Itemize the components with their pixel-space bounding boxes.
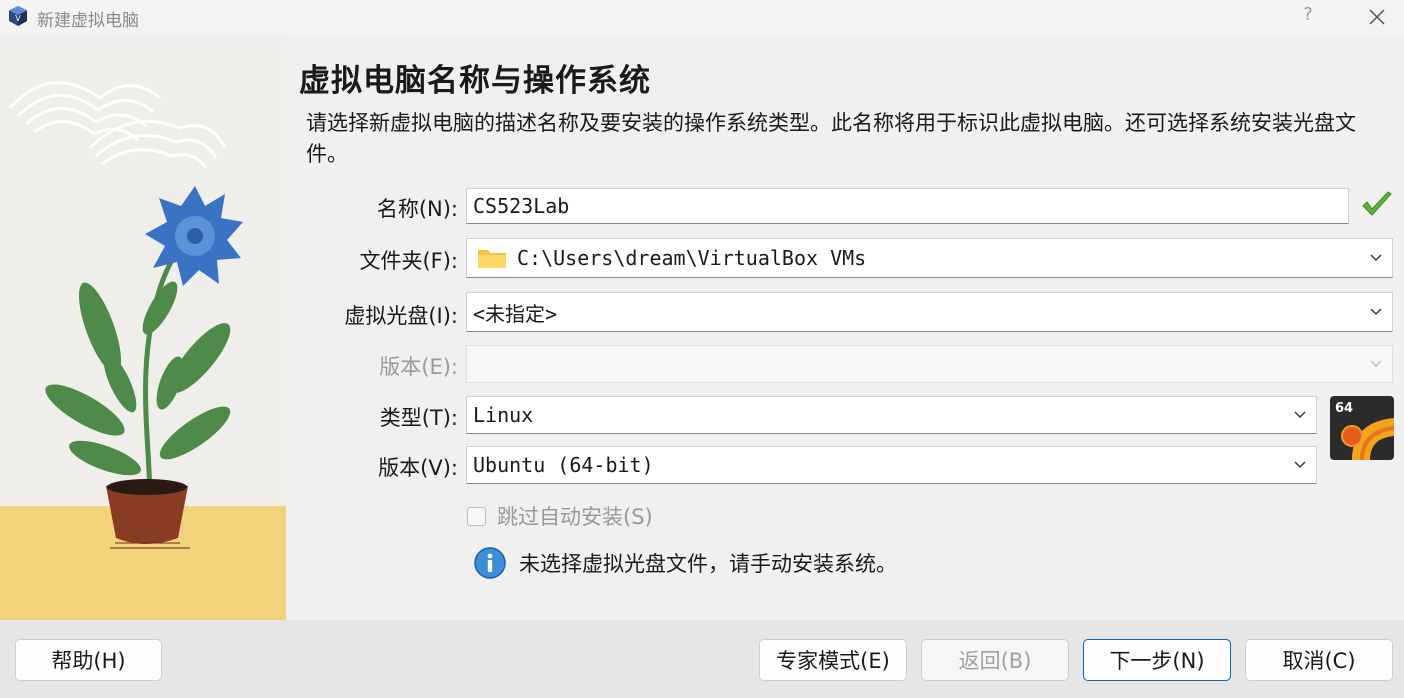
os-bitness-badge: 64 bbox=[1335, 401, 1353, 416]
skip-unattended-checkbox: 跳过自动安装(S) bbox=[467, 501, 653, 531]
name-label: 名称(N): bbox=[376, 197, 458, 221]
title-bar: V 新建虚拟电脑 ? bbox=[0, 0, 1404, 34]
type-label: 类型(T): bbox=[379, 406, 458, 430]
iso-select[interactable]: <未指定> bbox=[466, 292, 1393, 332]
edition-label: 版本(E): bbox=[379, 355, 458, 379]
folder-label: 文件夹(F): bbox=[359, 249, 458, 273]
svg-text:V: V bbox=[15, 14, 21, 23]
folder-value: C:\Users\dream\VirtualBox VMs bbox=[517, 246, 867, 270]
help-title-button[interactable]: ? bbox=[1298, 4, 1318, 25]
checkbox-box bbox=[467, 506, 486, 526]
page-description: 请选择新虚拟电脑的描述名称及要安装的操作系统类型。此名称将用于标识此虚拟电脑。还… bbox=[306, 111, 1356, 166]
wizard-illustration bbox=[0, 38, 286, 620]
type-select[interactable]: Linux bbox=[466, 396, 1317, 434]
check-icon bbox=[1362, 191, 1392, 216]
version-select[interactable]: Ubuntu (64-bit) bbox=[466, 446, 1317, 484]
info-message: 未选择虚拟光盘文件，请手动安装系统。 bbox=[473, 546, 897, 580]
folder-select[interactable]: C:\Users\dream\VirtualBox VMs bbox=[466, 238, 1393, 278]
ubuntu-os-icon: 64 bbox=[1330, 396, 1394, 460]
close-icon[interactable] bbox=[1366, 6, 1388, 28]
expert-mode-button[interactable]: 专家模式(E) bbox=[759, 639, 907, 681]
name-value: CS523Lab bbox=[473, 194, 570, 218]
info-icon bbox=[474, 547, 506, 579]
help-button[interactable]: 帮助(H) bbox=[15, 639, 162, 681]
virtualbox-icon: V bbox=[9, 6, 27, 26]
chevron-down-icon bbox=[1370, 360, 1382, 367]
skip-unattended-label: 跳过自动安装(S) bbox=[497, 505, 653, 529]
chevron-down-icon bbox=[1370, 254, 1382, 261]
type-value: Linux bbox=[473, 403, 534, 427]
iso-value: <未指定> bbox=[473, 301, 558, 326]
edition-select bbox=[466, 345, 1393, 383]
name-input[interactable]: CS523Lab bbox=[466, 188, 1349, 224]
version-label: 版本(V): bbox=[378, 456, 458, 480]
info-text: 未选择虚拟光盘文件，请手动安装系统。 bbox=[519, 552, 897, 576]
back-button[interactable]: 返回(B) bbox=[921, 639, 1069, 681]
page-title: 虚拟电脑名称与操作系统 bbox=[299, 63, 651, 99]
chevron-down-icon bbox=[1294, 411, 1306, 418]
iso-label: 虚拟光盘(I): bbox=[344, 304, 458, 328]
chevron-down-icon bbox=[1370, 308, 1382, 315]
folder-icon bbox=[478, 250, 506, 268]
version-value: Ubuntu (64-bit) bbox=[473, 453, 654, 477]
chevron-down-icon bbox=[1294, 461, 1306, 468]
window-title: 新建虚拟电脑 bbox=[37, 11, 139, 31]
next-button[interactable]: 下一步(N) bbox=[1083, 639, 1231, 681]
cancel-button[interactable]: 取消(C) bbox=[1245, 639, 1393, 681]
